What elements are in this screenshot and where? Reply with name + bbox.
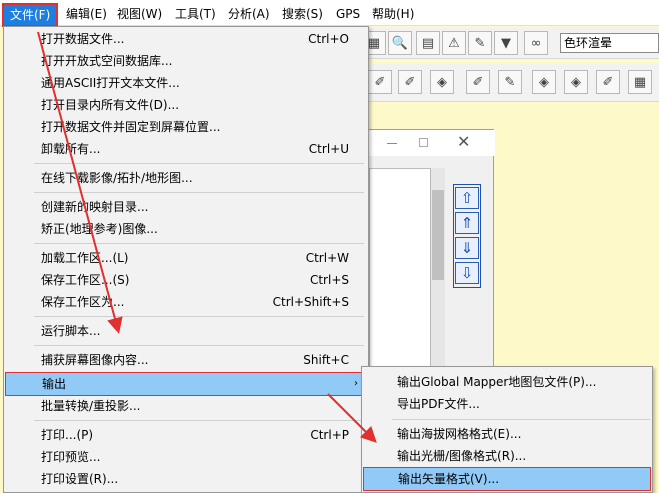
menu-item-open-data-file[interactable]: 打开数据文件... Ctrl+O: [5, 28, 367, 50]
menu-item-print-setup[interactable]: 打印设置(R)...: [5, 468, 367, 490]
shader-combo[interactable]: 色环渲晕: [560, 33, 659, 53]
minimize-icon[interactable]: [387, 143, 397, 144]
menu-separator: [34, 243, 364, 244]
binoculars-icon[interactable]: ∞: [524, 31, 548, 55]
menu-search[interactable]: 搜索(S): [280, 4, 325, 24]
zoom-search-icon[interactable]: 🔍: [388, 31, 412, 55]
shape-icon[interactable]: ◈: [430, 70, 454, 94]
pencil-icon[interactable]: ✎: [468, 31, 492, 55]
menu-item-open-ascii[interactable]: 通用ASCII打开文本文件...: [5, 72, 367, 94]
submenu-item-export-pdf[interactable]: 导出PDF文件...: [363, 393, 651, 415]
menu-item-download-online[interactable]: 在线下载影像/拓扑/地形图...: [5, 167, 367, 189]
menu-item-print-preview[interactable]: 打印预览...: [5, 446, 367, 468]
submenu-item-export-gm-package[interactable]: 输出Global Mapper地图包文件(P)...: [363, 371, 651, 393]
chevron-right-icon: ›: [354, 378, 358, 389]
vertex-icon[interactable]: ✐: [466, 70, 490, 94]
menu-item-rectify-image[interactable]: 矫正(地理参考)图像...: [5, 218, 367, 240]
file-menu: 打开数据文件... Ctrl+O 打开开放式空间数据库... 通用ASCII打开文…: [3, 26, 369, 493]
image-icon[interactable]: ▤: [416, 31, 440, 55]
submenu-item-export-elevation[interactable]: 输出海拔网格格式(E)...: [363, 423, 651, 445]
menu-separator: [34, 420, 364, 421]
maximize-icon[interactable]: [419, 138, 428, 147]
menu-file[interactable]: 文件(F): [1, 3, 59, 27]
grid-icon[interactable]: ▦: [628, 70, 652, 94]
menu-item-export[interactable]: 输出 ›: [5, 372, 367, 396]
menu-separator: [34, 316, 364, 317]
menu-item-load-workspace[interactable]: 加载工作区...(L) Ctrl+W: [5, 247, 367, 269]
menu-item-save-workspace[interactable]: 保存工作区...(S) Ctrl+S: [5, 269, 367, 291]
child-titlebar: ✕: [369, 130, 495, 156]
submenu-item-export-raster[interactable]: 输出光栅/图像格式(R)...: [363, 445, 651, 467]
menu-analysis[interactable]: 分析(A): [226, 4, 272, 24]
menu-item-unload-all[interactable]: 卸载所有... Ctrl+U: [5, 138, 367, 160]
submenu-item-export-vector[interactable]: 输出矢量格式(V)...: [363, 467, 651, 491]
menu-item-create-catalog[interactable]: 创建新的映射目录...: [5, 196, 367, 218]
funnel-icon[interactable]: ▼: [494, 31, 518, 55]
close-icon[interactable]: ✕: [457, 132, 470, 151]
menu-separator: [34, 163, 364, 164]
edit-icon[interactable]: ✐: [596, 70, 620, 94]
tower-icon[interactable]: ⚠: [442, 31, 466, 55]
scrollbar-thumb[interactable]: [432, 190, 444, 280]
menu-item-open-spatial-db[interactable]: 打开开放式空间数据库...: [5, 50, 367, 72]
draw-line-icon[interactable]: ✐: [368, 70, 392, 94]
menubar: 文件(F) 编辑(E) 视图(W) 工具(T) 分析(A) 搜索(S) GPS …: [0, 0, 659, 27]
split-icon[interactable]: ✎: [498, 70, 522, 94]
move-bottom-icon[interactable]: ⇩: [455, 262, 479, 284]
menu-item-print[interactable]: 打印...(P) Ctrl+P: [5, 424, 367, 446]
overlay-control-window: ✕ ⇧ ⇑ ⇓ ⇩: [368, 129, 495, 369]
menu-item-save-workspace-as[interactable]: 保存工作区为... Ctrl+Shift+S: [5, 291, 367, 313]
menu-view[interactable]: 视图(W): [115, 4, 164, 24]
toolbar-main: ▦ 🔍 ▤ ⚠ ✎ ▼ ∞ 色环渲晕: [360, 27, 659, 59]
menu-edit[interactable]: 编辑(E): [64, 4, 109, 24]
menu-item-capture-screen[interactable]: 捕获屏幕图像内容... Shift+C: [5, 349, 367, 371]
toolbar-digitize: ✐ ✐ ◈ ✐ ✎ ◈ ◈ ✐ ▦: [360, 64, 659, 102]
export-submenu: 输出Global Mapper地图包文件(P)... 导出PDF文件... 输出…: [361, 366, 653, 493]
menu-separator: [34, 345, 364, 346]
menu-separator: [392, 419, 650, 420]
menu-item-open-directory[interactable]: 打开目录内所有文件(D)...: [5, 94, 367, 116]
menu-item-open-fixed[interactable]: 打开数据文件并固定到屏幕位置...: [5, 116, 367, 138]
layer-list[interactable]: [369, 168, 431, 368]
menu-item-batch-convert[interactable]: 批量转换/重投影...: [5, 395, 367, 417]
menu-help[interactable]: 帮助(H): [370, 4, 416, 24]
move-down-icon[interactable]: ⇓: [455, 237, 479, 259]
move-top-icon[interactable]: ⇧: [455, 187, 479, 209]
menu-tools[interactable]: 工具(T): [173, 4, 218, 24]
menu-separator: [34, 192, 364, 193]
digitize-icon[interactable]: ✐: [398, 70, 422, 94]
move-up-icon[interactable]: ⇑: [455, 212, 479, 234]
menu-gps[interactable]: GPS: [334, 4, 362, 24]
menu-item-run-script[interactable]: 运行脚本...: [5, 320, 367, 342]
area-icon[interactable]: ◈: [532, 70, 556, 94]
merge-icon[interactable]: ◈: [564, 70, 588, 94]
